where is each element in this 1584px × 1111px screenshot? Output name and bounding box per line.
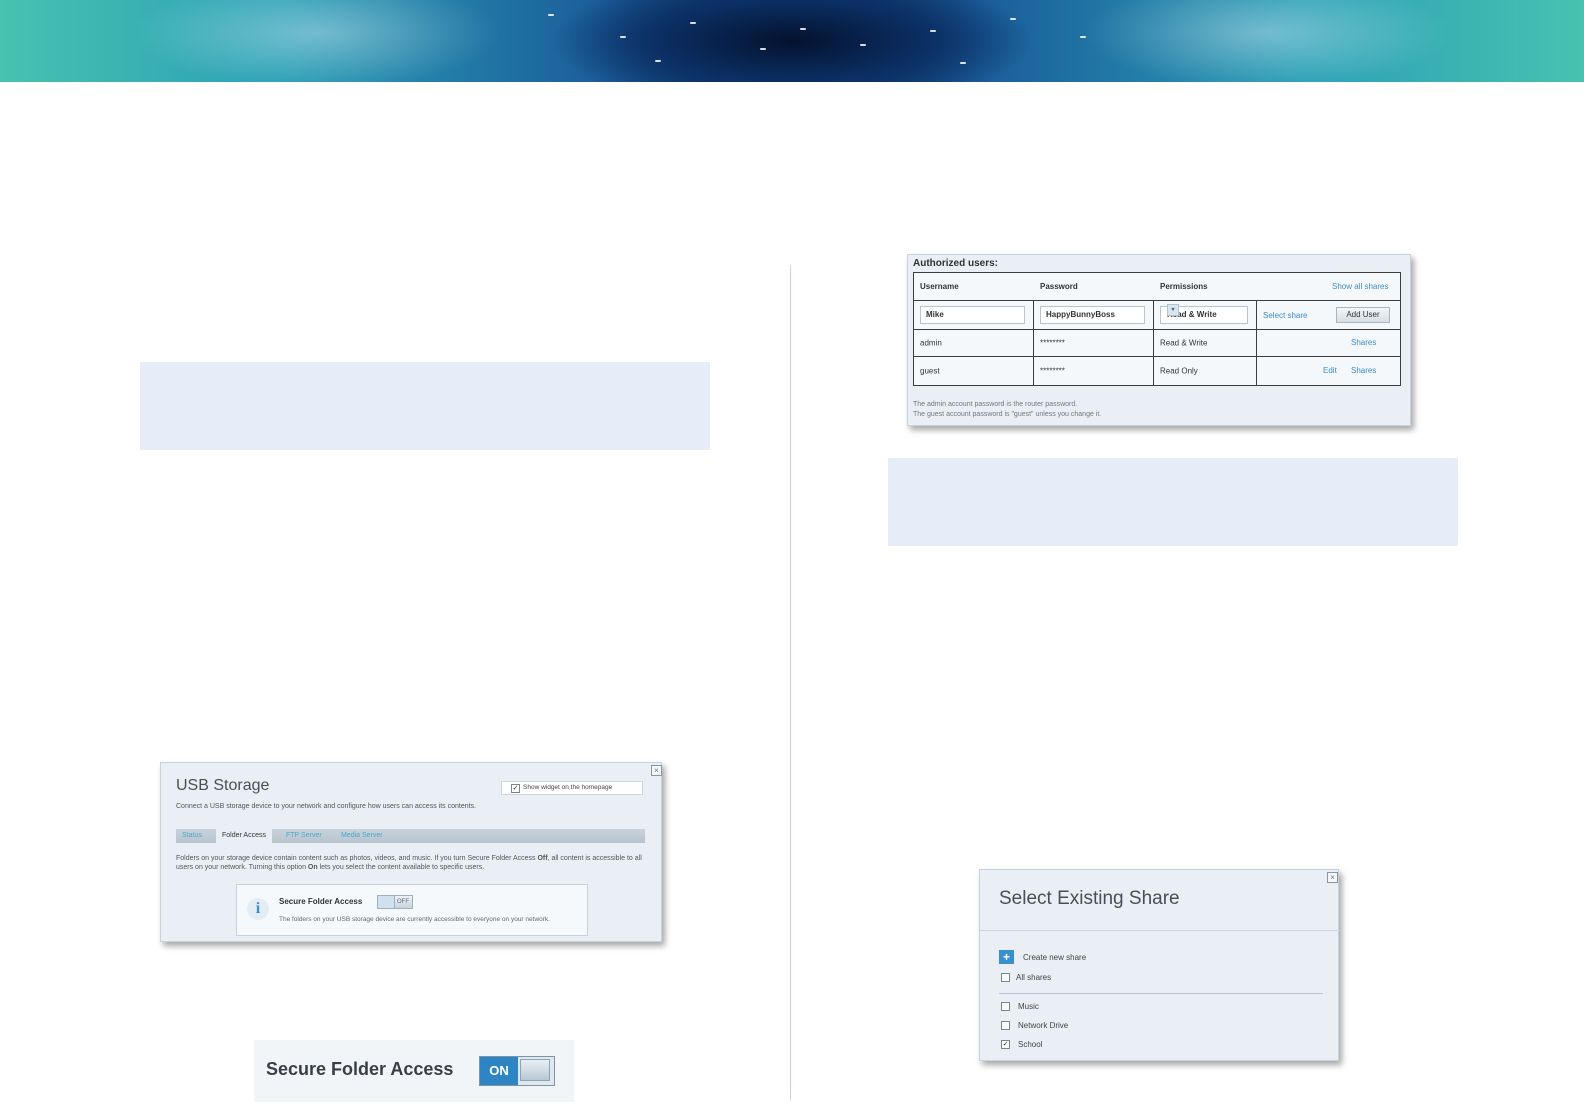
create-new-share-link[interactable]: Create new share [1023, 953, 1086, 962]
username-text: guest [920, 366, 940, 376]
password-text: ******** [1040, 366, 1065, 376]
new-user-row: Mike HappyBunnyBoss Read & Write ▾ Selec… [914, 300, 1400, 330]
list-divider [999, 993, 1323, 994]
close-icon[interactable]: × [1327, 872, 1338, 883]
tab-ftp-server[interactable]: FTP Server [286, 829, 322, 843]
all-shares-checkbox[interactable] [1001, 973, 1010, 982]
col-password: Password [1040, 282, 1078, 291]
select-existing-share-panel: × Select Existing Share + Create new sha… [979, 869, 1340, 1061]
description-off: Off [537, 855, 548, 862]
toggle-knob [378, 896, 395, 908]
username-text: admin [920, 338, 942, 347]
edit-link[interactable]: Edit [1323, 366, 1337, 375]
note-box-left [140, 362, 710, 450]
username-cell: Mike [914, 301, 1034, 329]
users-table: Username Password Permissions Show all s… [913, 272, 1401, 386]
banner-sparkle [960, 62, 966, 64]
secure-folder-access-box: i Secure Folder Access OFF The folders o… [236, 884, 588, 936]
banner-sparkle [620, 36, 626, 38]
banner-sparkle [548, 14, 554, 16]
password-cell: ******** [1034, 329, 1154, 356]
usb-tabs: Status Folder Access FTP Server Media Se… [176, 829, 645, 843]
description-on: On [307, 864, 318, 871]
password-text: ******** [1040, 338, 1065, 347]
close-icon[interactable]: × [651, 765, 662, 776]
tab-status[interactable]: Status [182, 829, 202, 843]
secure-folder-access-status: The folders on your USB storage device a… [279, 916, 550, 923]
admin-password-note: The admin account password is the router… [913, 401, 1078, 408]
username-cell: admin [914, 329, 1034, 356]
table-header: Username Password Permissions Show all s… [914, 273, 1400, 300]
banner-sparkle [760, 48, 766, 50]
description-text: Folders on your storage device contain c… [176, 855, 538, 862]
permission-cell: Read & Write [1154, 329, 1257, 356]
secure-folder-access-title: Secure Folder Access [266, 1059, 454, 1079]
info-icon: i [247, 898, 269, 920]
banner-sparkle [800, 28, 806, 30]
guest-password-note: The guest account password is "guest" un… [913, 411, 1102, 418]
toggle-state: OFF [397, 899, 409, 905]
secure-folder-access-label: Secure Folder Access [279, 897, 363, 906]
show-widget-label: Show widget on the homepage [523, 784, 613, 791]
select-share-title: Select Existing Share [999, 888, 1180, 909]
password-cell: ******** [1034, 357, 1154, 385]
shares-link[interactable]: Shares [1351, 338, 1376, 347]
plus-icon[interactable]: + [999, 950, 1014, 964]
header-banner [0, 0, 1584, 82]
toggle-knob [520, 1059, 550, 1081]
permission-select[interactable]: Read & Write ▾ [1160, 304, 1248, 324]
description-text: lets you select the content available to… [317, 864, 485, 871]
usb-storage-panel: × USB Storage Connect a USB storage devi… [160, 762, 662, 942]
banner-sparkle [690, 22, 696, 24]
music-checkbox[interactable] [1001, 1002, 1010, 1011]
table-row: admin ******** Read & Write Shares [914, 329, 1400, 357]
banner-sparkle [860, 44, 866, 46]
new-password-input[interactable]: HappyBunnyBoss [1040, 306, 1145, 324]
select-share-link[interactable]: Select share [1263, 311, 1307, 320]
chevron-down-icon: ▾ [1167, 304, 1179, 316]
note-box-right [888, 458, 1458, 546]
table-row: guest ******** Read Only Edit Shares [914, 357, 1400, 385]
show-all-shares-link[interactable]: Show all shares [1332, 282, 1388, 291]
banner-sparkle [655, 60, 661, 62]
permission-text: Read & Write [1160, 338, 1208, 347]
share-item-school: School [1018, 1040, 1043, 1049]
school-checkbox[interactable]: ✓ [1001, 1040, 1010, 1049]
banner-sparkle [930, 30, 936, 32]
permission-cell: Read & Write ▾ [1154, 301, 1257, 329]
col-permissions: Permissions [1160, 282, 1208, 291]
authorized-users-title: Authorized users: [913, 258, 999, 269]
shares-link[interactable]: Shares [1351, 366, 1376, 375]
toggle-state: ON [480, 1057, 518, 1085]
usb-storage-title: USB Storage [176, 777, 270, 794]
password-cell: HappyBunnyBoss [1034, 301, 1154, 329]
network-drive-checkbox[interactable] [1001, 1021, 1010, 1030]
share-item-music: Music [1018, 1002, 1039, 1011]
all-shares-label: All shares [1016, 973, 1052, 982]
usb-storage-subtitle: Connect a USB storage device to your net… [176, 803, 476, 810]
username-cell: guest [914, 357, 1034, 385]
tab-media-server[interactable]: Media Server [341, 829, 383, 843]
secure-folder-access-toggle[interactable]: OFF [377, 895, 413, 909]
banner-sparkle [1080, 36, 1086, 38]
col-username: Username [920, 282, 959, 291]
secure-folder-access-on: Secure Folder Access ON [254, 1040, 574, 1102]
authorized-users-panel: Authorized users: Username Password Perm… [907, 254, 1411, 426]
add-user-button[interactable]: Add User [1336, 307, 1390, 323]
show-widget-option[interactable]: ✓ Show widget on the homepage [501, 781, 643, 795]
show-widget-checkbox[interactable]: ✓ [511, 784, 520, 793]
share-item-network-drive: Network Drive [1018, 1021, 1069, 1030]
banner-sparkle [1010, 18, 1016, 20]
tab-folder-access[interactable]: Folder Access [216, 829, 272, 843]
folder-access-description: Folders on your storage device contain c… [176, 854, 646, 872]
new-username-input[interactable]: Mike [920, 306, 1025, 324]
header-divider [980, 930, 1340, 931]
permission-cell: Read Only [1154, 357, 1257, 385]
column-divider [790, 265, 791, 1100]
permission-text: Read Only [1160, 366, 1198, 376]
secure-folder-access-toggle-on[interactable]: ON [479, 1056, 555, 1086]
